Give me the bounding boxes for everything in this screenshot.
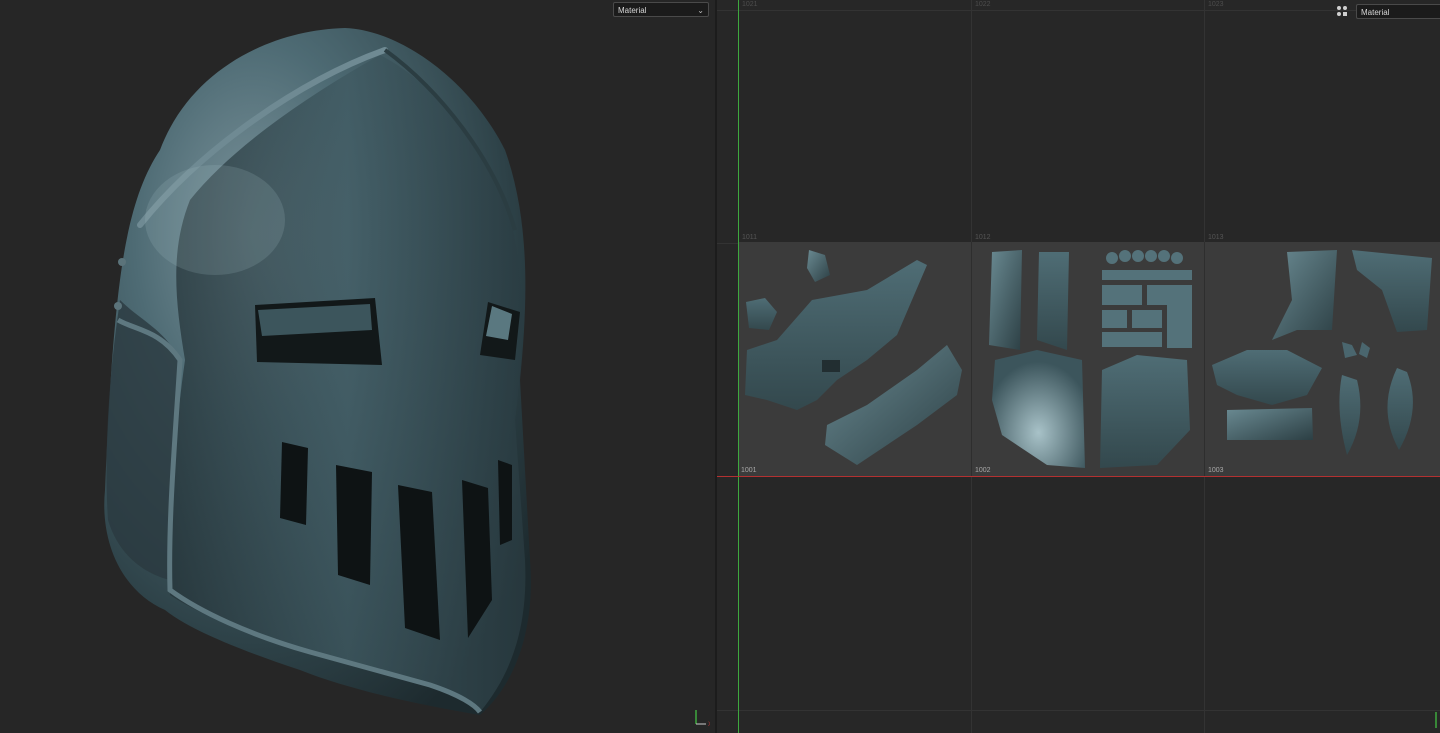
chevron-down-icon: ⌄	[697, 6, 704, 15]
axis-x-label: X	[708, 722, 710, 726]
helmet-model[interactable]	[0, 0, 716, 733]
uv-island	[1339, 375, 1361, 455]
viewport2d-display-mode-select[interactable]: Material	[1356, 4, 1440, 19]
uv-island	[1272, 250, 1337, 340]
axis-gizmo-icon	[1435, 712, 1437, 728]
uv-island	[1359, 342, 1370, 358]
uv-island	[822, 360, 840, 372]
uv-settings-icon[interactable]	[1335, 4, 1349, 18]
uv-island	[1212, 350, 1322, 405]
axis-gizmo-icon: X	[695, 710, 710, 726]
uv-island	[989, 250, 1022, 350]
uv-island	[746, 298, 777, 330]
u-axis-line	[717, 476, 1440, 477]
viewport3d-display-mode-select[interactable]: Material ⌄	[613, 2, 709, 17]
uv-island	[1342, 342, 1357, 358]
uv-island	[807, 250, 830, 282]
3d-viewport[interactable]: Material ⌄ X	[0, 0, 716, 733]
uv-island	[1100, 355, 1190, 468]
uv-island	[992, 350, 1085, 468]
v-axis-line	[738, 0, 739, 733]
viewport3d-display-mode-label: Material	[618, 6, 647, 15]
tile-label-1003: 1003	[1208, 467, 1224, 474]
uv-viewport[interactable]: 1021 1022 1023 1011 1012 1013 1001 1002 …	[717, 0, 1440, 733]
tile-label-1002: 1002	[975, 467, 991, 474]
uv-cluster	[1102, 250, 1192, 348]
uv-island	[1037, 252, 1069, 350]
uv-island	[1387, 368, 1413, 450]
tile-label-1001: 1001	[741, 467, 757, 474]
uv-island	[1352, 250, 1432, 332]
uv-islands[interactable]	[717, 0, 1440, 733]
viewport2d-display-mode-label: Material	[1361, 8, 1390, 17]
uv-island	[1227, 408, 1313, 440]
